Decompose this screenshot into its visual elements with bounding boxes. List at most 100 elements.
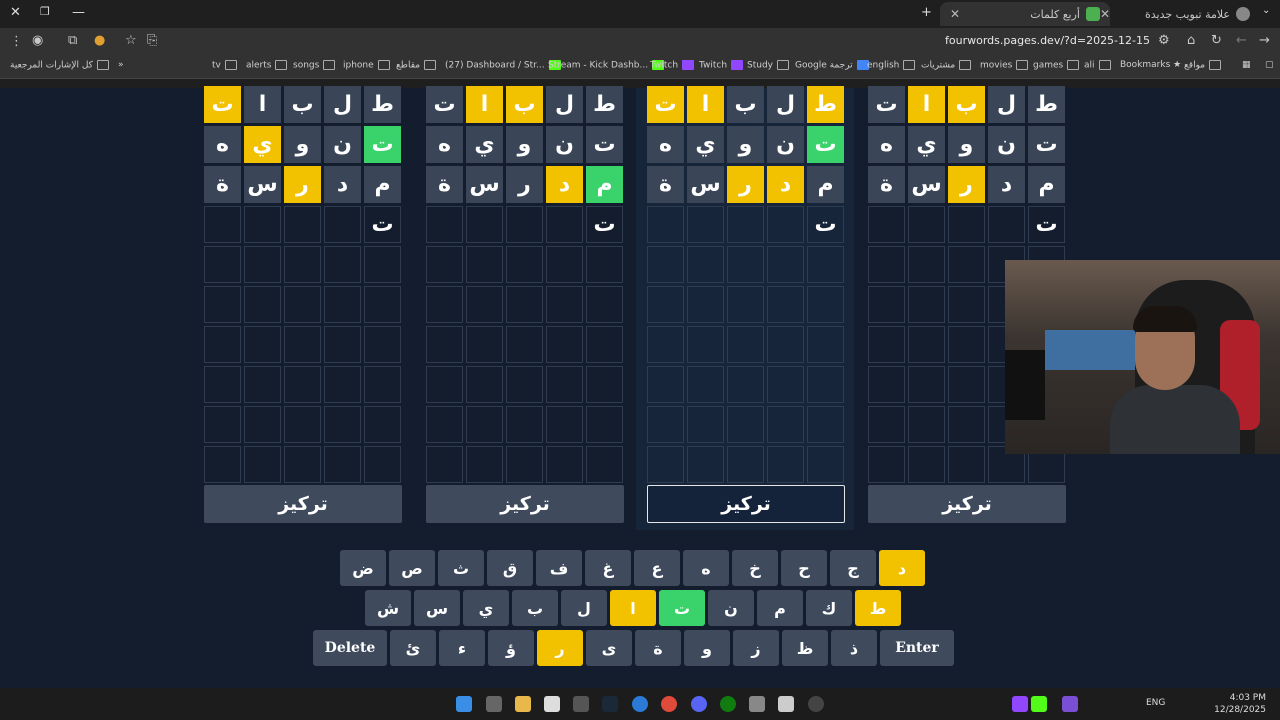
close-window-icon[interactable]: ✕ bbox=[10, 5, 21, 20]
forward-icon[interactable]: ← bbox=[1236, 33, 1247, 48]
letter-key[interactable]: ؤ bbox=[488, 630, 534, 666]
bookmark-movies[interactable]: movies bbox=[980, 60, 1029, 71]
app-icon[interactable] bbox=[749, 696, 765, 712]
letter-key[interactable]: ط bbox=[855, 590, 901, 626]
bookmark-study[interactable]: Study bbox=[747, 60, 789, 71]
focus-button-board-3[interactable]: تركيز bbox=[647, 485, 845, 523]
letter-key[interactable]: د bbox=[879, 550, 925, 586]
letter-key[interactable]: ق bbox=[487, 550, 533, 586]
tab-search-icon[interactable]: ⌄ bbox=[1262, 5, 1270, 16]
bookmark-bookmarks[interactable]: Bookmarks ★ bbox=[1120, 60, 1181, 70]
bookmark-english[interactable]: english bbox=[867, 60, 916, 71]
bookmark-kick[interactable]: Stream - Kick Dashb... bbox=[548, 60, 665, 71]
minimize-window-icon[interactable]: — bbox=[72, 5, 85, 20]
system-clock[interactable]: 4:03 PM 12/28/2025 bbox=[1214, 692, 1266, 716]
tray-kick-icon[interactable] bbox=[1031, 696, 1047, 712]
letter-key[interactable]: ر bbox=[537, 630, 583, 666]
obs-icon[interactable] bbox=[808, 696, 824, 712]
letter-key[interactable]: ذ bbox=[831, 630, 877, 666]
letter-key[interactable]: ه bbox=[683, 550, 729, 586]
notepad-icon[interactable] bbox=[778, 696, 794, 712]
bookmark-alerts[interactable]: alerts bbox=[246, 60, 288, 71]
letter-key[interactable]: ت bbox=[659, 590, 705, 626]
task-view-icon[interactable] bbox=[486, 696, 502, 712]
restore-window-icon[interactable]: ❐ bbox=[40, 5, 50, 18]
close-tab-icon[interactable]: ✕ bbox=[1100, 7, 1110, 21]
all-bookmarks[interactable]: كل الإشارات المرجعية bbox=[10, 60, 109, 71]
letter-key[interactable]: ف bbox=[536, 550, 582, 586]
bookmark-sites[interactable]: مواقع bbox=[1184, 60, 1222, 71]
bookmark-twitch-2[interactable]: Twitch bbox=[699, 60, 744, 71]
letter-key[interactable]: ب bbox=[512, 590, 558, 626]
extensions-icon[interactable]: ⧉ bbox=[68, 33, 77, 48]
letter-key[interactable]: ز bbox=[733, 630, 779, 666]
apps-icon[interactable]: ▦ bbox=[1242, 60, 1251, 70]
letter-key[interactable]: ج bbox=[830, 550, 876, 586]
tray-app-icon[interactable] bbox=[1062, 696, 1078, 712]
focus-button-board-2[interactable]: تركيز bbox=[426, 485, 624, 523]
bookmark-google-translate[interactable]: Google ترجمة bbox=[795, 60, 869, 71]
more-bookmarks-icon[interactable]: » bbox=[118, 60, 124, 70]
letter-key[interactable]: و bbox=[684, 630, 730, 666]
extension-icon[interactable]: ● bbox=[94, 33, 105, 48]
letter-key[interactable]: ك bbox=[806, 590, 852, 626]
letter-key[interactable]: ل bbox=[561, 590, 607, 626]
steam-icon[interactable] bbox=[602, 696, 618, 712]
url-field[interactable]: fourwords.pages.dev/?d=2025-12-15 bbox=[945, 34, 1150, 47]
bookmark-twitch-1[interactable]: Twitch bbox=[650, 60, 695, 71]
home-icon[interactable]: ⌂ bbox=[1187, 33, 1195, 48]
file-explorer-icon[interactable] bbox=[515, 696, 531, 712]
bookmark-games[interactable]: games bbox=[1033, 60, 1080, 71]
tab-four-words[interactable]: أربع كلمات ✕ bbox=[940, 2, 1110, 26]
letter-key[interactable]: ي bbox=[463, 590, 509, 626]
delete-key[interactable]: Delete bbox=[313, 630, 387, 666]
menu-icon[interactable]: ⋮ bbox=[10, 34, 23, 49]
bookmark-songs[interactable]: songs bbox=[293, 60, 336, 71]
language-indicator[interactable]: ENG bbox=[1146, 698, 1165, 708]
letter-key[interactable]: غ bbox=[585, 550, 631, 586]
letter-key[interactable]: ح bbox=[781, 550, 827, 586]
letter-key[interactable]: ا bbox=[610, 590, 656, 626]
letter-key[interactable]: س bbox=[414, 590, 460, 626]
letter-key[interactable]: ن bbox=[708, 590, 754, 626]
bookmark-tv[interactable]: tv bbox=[212, 60, 237, 71]
letter-key[interactable]: ع bbox=[634, 550, 680, 586]
enter-key[interactable]: Enter bbox=[880, 630, 954, 666]
tray-twitch-icon[interactable] bbox=[1012, 696, 1028, 712]
xbox-icon[interactable] bbox=[720, 696, 736, 712]
calculator-icon[interactable] bbox=[573, 696, 589, 712]
share-icon[interactable]: ⎘ bbox=[147, 33, 157, 48]
side-panel-icon[interactable]: ▢ bbox=[1265, 60, 1274, 70]
new-tab-icon[interactable]: + bbox=[921, 5, 932, 20]
bookmark-star-icon[interactable]: ☆ bbox=[125, 33, 137, 48]
letter-key[interactable]: ى bbox=[586, 630, 632, 666]
chrome-taskbar-icon[interactable] bbox=[661, 696, 677, 712]
letter-key[interactable]: ء bbox=[439, 630, 485, 666]
letter-key[interactable]: ض bbox=[340, 550, 386, 586]
letter-key[interactable]: م bbox=[757, 590, 803, 626]
letter-key[interactable]: ظ bbox=[782, 630, 828, 666]
bookmark-dashboard[interactable]: (27) Dashboard / Str... bbox=[445, 60, 561, 71]
letter-key[interactable]: خ bbox=[732, 550, 778, 586]
bookmark-purchases[interactable]: مشتريات bbox=[921, 60, 972, 71]
profile-icon[interactable]: ◉ bbox=[32, 33, 43, 48]
bookmark-iphone[interactable]: iphone bbox=[343, 60, 390, 71]
bookmark-ali[interactable]: ali bbox=[1084, 60, 1111, 71]
letter-key[interactable]: ث bbox=[438, 550, 484, 586]
windows-start-icon[interactable] bbox=[456, 696, 472, 712]
letter-key[interactable]: ش bbox=[365, 590, 411, 626]
focus-button-board-4[interactable]: تركيز bbox=[868, 485, 1066, 523]
discord-icon[interactable] bbox=[691, 696, 707, 712]
site-settings-icon[interactable]: ⚙ bbox=[1158, 33, 1170, 48]
focus-button-board-1[interactable]: تركيز bbox=[204, 485, 402, 523]
letter-key[interactable]: ص bbox=[389, 550, 435, 586]
letter-key[interactable]: ئ bbox=[390, 630, 436, 666]
back-icon[interactable]: → bbox=[1259, 33, 1270, 48]
bookmark-clips[interactable]: مقاطع bbox=[396, 60, 437, 71]
letter-key[interactable]: ة bbox=[635, 630, 681, 666]
store-icon[interactable] bbox=[544, 696, 560, 712]
tab-new-tab[interactable]: علامة تبويب جديدة ✕ bbox=[1100, 2, 1250, 26]
close-tab-icon[interactable]: ✕ bbox=[950, 7, 960, 21]
edge-icon[interactable] bbox=[632, 696, 648, 712]
reload-icon[interactable]: ↻ bbox=[1211, 33, 1222, 48]
